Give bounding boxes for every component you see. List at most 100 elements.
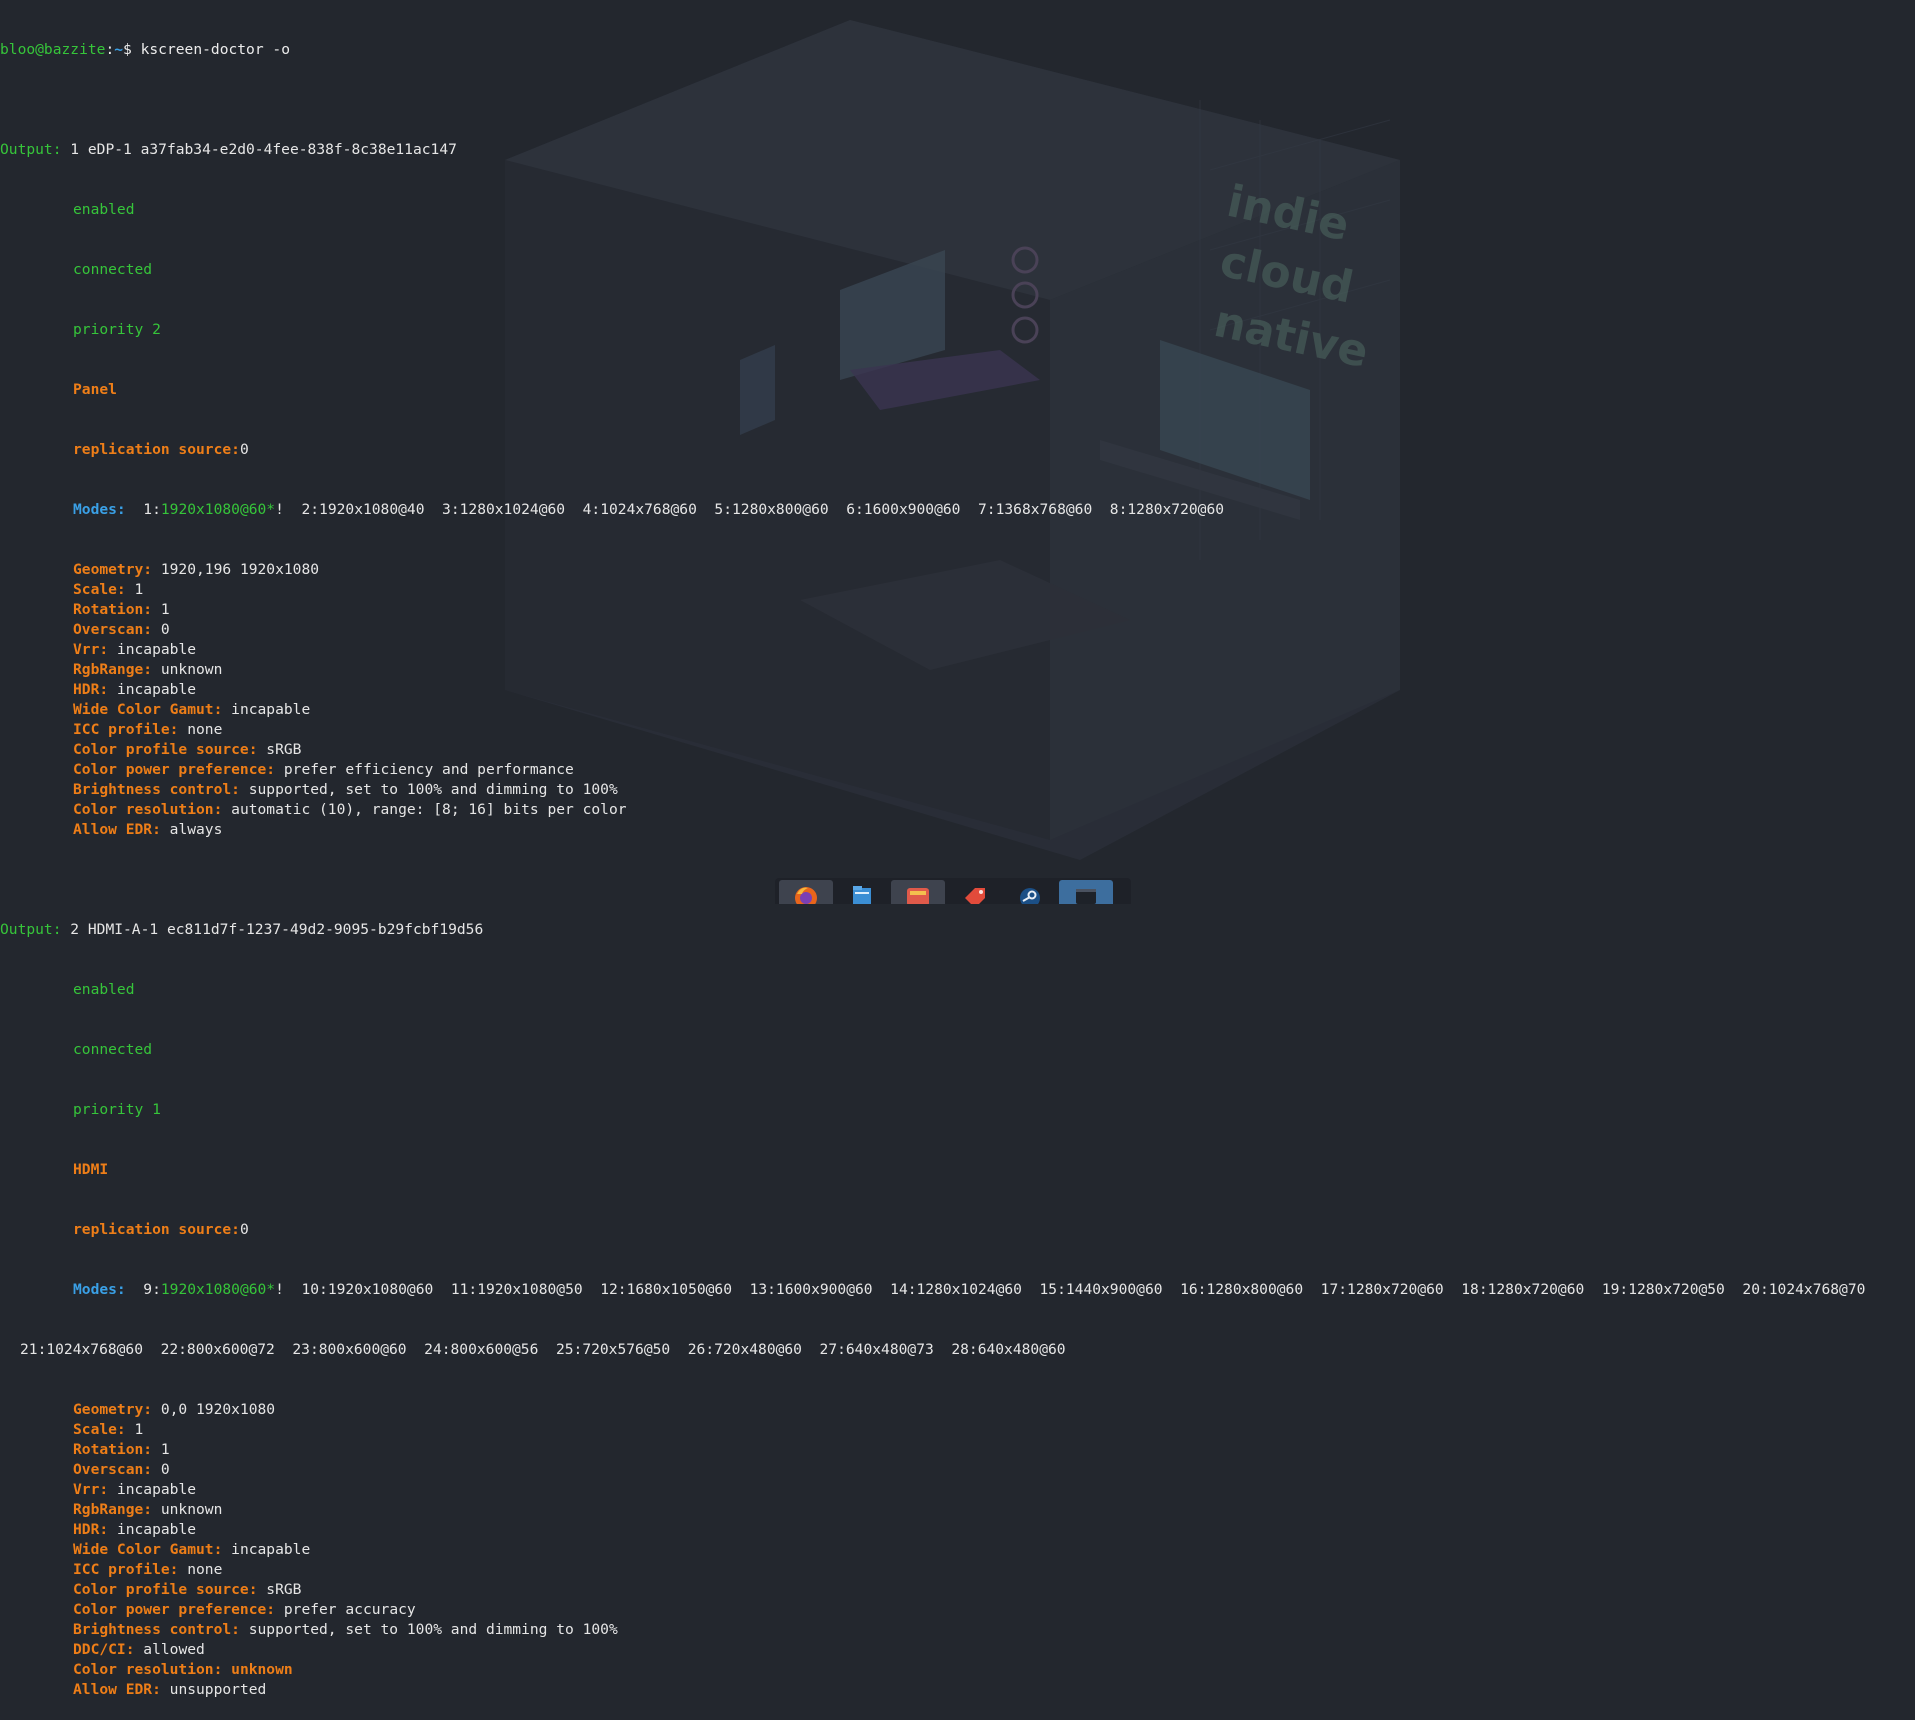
property-value: allowed bbox=[134, 1641, 205, 1658]
property-value: incapable bbox=[108, 1521, 197, 1538]
output-id: 2 HDMI-A-1 ec811d7f-1237-49d2-9095-b29fc… bbox=[61, 921, 484, 938]
property-line: Geometry: 0,0 1920x1080 bbox=[0, 1400, 1915, 1420]
taskbar-dock bbox=[775, 878, 1131, 904]
taskbar-item-tag[interactable] bbox=[947, 880, 1001, 904]
output-1-type: Panel bbox=[73, 381, 117, 398]
property-value: sRGB bbox=[257, 1581, 302, 1598]
modes-current-suffix: ! bbox=[275, 1281, 284, 1298]
modes-current: 1920x1080@60* bbox=[160, 501, 276, 518]
output-2-modes: Modes: 9:1920x1080@60*! 10:1920x1080@60 … bbox=[0, 1280, 1915, 1300]
property-key: Color resolution: bbox=[73, 1661, 223, 1678]
property-key: Rotation: bbox=[73, 1441, 153, 1458]
prompt-command: kscreen-doctor -o bbox=[131, 41, 290, 58]
prompt-path: ~ bbox=[114, 41, 124, 58]
taskbar-item-steam[interactable] bbox=[1003, 880, 1057, 904]
property-line: Scale: 1 bbox=[0, 580, 1915, 600]
taskbar-item-store[interactable] bbox=[891, 880, 945, 904]
output-2-header: Output: 2 HDMI-A-1 ec811d7f-1237-49d2-90… bbox=[0, 920, 1915, 940]
property-key: DDC/CI: bbox=[73, 1641, 135, 1658]
terminal-output: bloo@bazzite:~$ kscreen-doctor -o Output… bbox=[0, 0, 1915, 1698]
prompt-line: bloo@bazzite:~$ kscreen-doctor -o bbox=[0, 40, 1915, 60]
firefox-icon bbox=[795, 887, 817, 904]
property-line: Color power preference: prefer efficienc… bbox=[0, 760, 1915, 780]
property-line: Wide Color Gamut: incapable bbox=[0, 700, 1915, 720]
output-1-properties: Geometry: 1920,196 1920x1080 Scale: 1 Rota… bbox=[0, 560, 1915, 840]
modes-current-prefix: 1: bbox=[125, 501, 161, 518]
property-value: unknown bbox=[152, 661, 223, 678]
modes-label: Modes: bbox=[73, 501, 126, 518]
property-key: ICC profile: bbox=[73, 1561, 179, 1578]
output-id: 1 eDP-1 a37fab34-e2d0-4fee-838f-8c38e11a… bbox=[61, 141, 457, 158]
output-2-enabled: enabled bbox=[73, 981, 135, 998]
property-value: none bbox=[178, 721, 223, 738]
property-key: Color profile source: bbox=[73, 741, 258, 758]
property-value: unknown bbox=[152, 1501, 223, 1518]
taskbar-item-files[interactable] bbox=[835, 880, 889, 904]
output-1-enabled: enabled bbox=[73, 201, 135, 218]
property-value: automatic (10), range: [8; 16] bits per … bbox=[222, 801, 627, 818]
property-key: Wide Color Gamut: bbox=[73, 1541, 223, 1558]
file-manager-icon bbox=[853, 886, 871, 904]
property-value: 1920,196 1920x1080 bbox=[152, 561, 320, 578]
property-key: Allow EDR: bbox=[73, 1681, 161, 1698]
property-line: Geometry: 1920,196 1920x1080 bbox=[0, 560, 1915, 580]
property-key: Color resolution: bbox=[73, 801, 223, 818]
taskbar-item-firefox[interactable] bbox=[779, 880, 833, 904]
property-key: HDR: bbox=[73, 681, 109, 698]
property-value: unsupported bbox=[160, 1681, 267, 1698]
property-key: Vrr: bbox=[73, 641, 109, 658]
property-line: ICC profile: none bbox=[0, 1560, 1915, 1580]
property-key: Overscan: bbox=[73, 621, 153, 638]
property-value: incapable bbox=[108, 1481, 197, 1498]
output-label: Output: bbox=[0, 921, 62, 938]
property-key: Scale: bbox=[73, 1421, 126, 1438]
property-line: Allow EDR: always bbox=[0, 820, 1915, 840]
terminal-icon bbox=[1076, 889, 1096, 904]
property-value: 0 bbox=[152, 1461, 170, 1478]
property-key: Color power preference: bbox=[73, 761, 276, 778]
property-value: incapable bbox=[108, 641, 197, 658]
replication-label: replication source: bbox=[73, 441, 240, 458]
property-line: Overscan: 0 bbox=[0, 1460, 1915, 1480]
property-value: always bbox=[160, 821, 223, 838]
property-key: RgbRange: bbox=[73, 661, 153, 678]
output-1-replication: replication source:0 bbox=[0, 440, 1915, 460]
property-key: Color profile source: bbox=[73, 1581, 258, 1598]
property-line: Vrr: incapable bbox=[0, 640, 1915, 660]
output-1-header: Output: 1 eDP-1 a37fab34-e2d0-4fee-838f-… bbox=[0, 140, 1915, 160]
property-line: HDR: incapable bbox=[0, 680, 1915, 700]
replication-label: replication source: bbox=[73, 1221, 240, 1238]
property-value: prefer accuracy bbox=[275, 1601, 416, 1618]
property-line: Brightness control: supported, set to 10… bbox=[0, 1620, 1915, 1640]
output-label: Output: bbox=[0, 141, 62, 158]
property-key: Rotation: bbox=[73, 601, 153, 618]
replication-value: 0 bbox=[239, 1221, 249, 1238]
output-2-replication: replication source:0 bbox=[0, 1220, 1915, 1240]
property-line: Color profile source: sRGB bbox=[0, 740, 1915, 760]
property-key: Vrr: bbox=[73, 1481, 109, 1498]
property-line: HDR: incapable bbox=[0, 1520, 1915, 1540]
modes-current: 1920x1080@60* bbox=[160, 1281, 276, 1298]
property-key: Geometry: bbox=[73, 561, 153, 578]
property-key: HDR: bbox=[73, 1521, 109, 1538]
property-line: Wide Color Gamut: incapable bbox=[0, 1540, 1915, 1560]
prompt-symbol: $ bbox=[123, 41, 132, 58]
property-key: Brightness control: bbox=[73, 781, 240, 798]
output-1-priority: priority 2 bbox=[73, 321, 161, 338]
property-line: Allow EDR: unsupported bbox=[0, 1680, 1915, 1700]
property-key: Wide Color Gamut: bbox=[73, 701, 223, 718]
property-key: Allow EDR: bbox=[73, 821, 161, 838]
property-key: Geometry: bbox=[73, 1401, 153, 1418]
property-line: Color profile source: sRGB bbox=[0, 1580, 1915, 1600]
modes-current-suffix: ! bbox=[275, 501, 284, 518]
steam-icon bbox=[1020, 888, 1040, 904]
property-line: RgbRange: unknown bbox=[0, 1500, 1915, 1520]
property-line: Vrr: incapable bbox=[0, 1480, 1915, 1500]
prompt-user-host: bloo@bazzite bbox=[0, 41, 106, 58]
output-2-modes-wrap: 21:1024x768@60 22:800x600@72 23:800x600@… bbox=[20, 1341, 1066, 1358]
output-2-priority: priority 1 bbox=[73, 1101, 161, 1118]
property-value: none bbox=[178, 1561, 223, 1578]
modes-list: 10:1920x1080@60 11:1920x1080@50 12:1680x… bbox=[283, 1281, 1866, 1298]
property-value: 0 bbox=[152, 621, 170, 638]
taskbar-item-terminal[interactable] bbox=[1059, 880, 1113, 904]
